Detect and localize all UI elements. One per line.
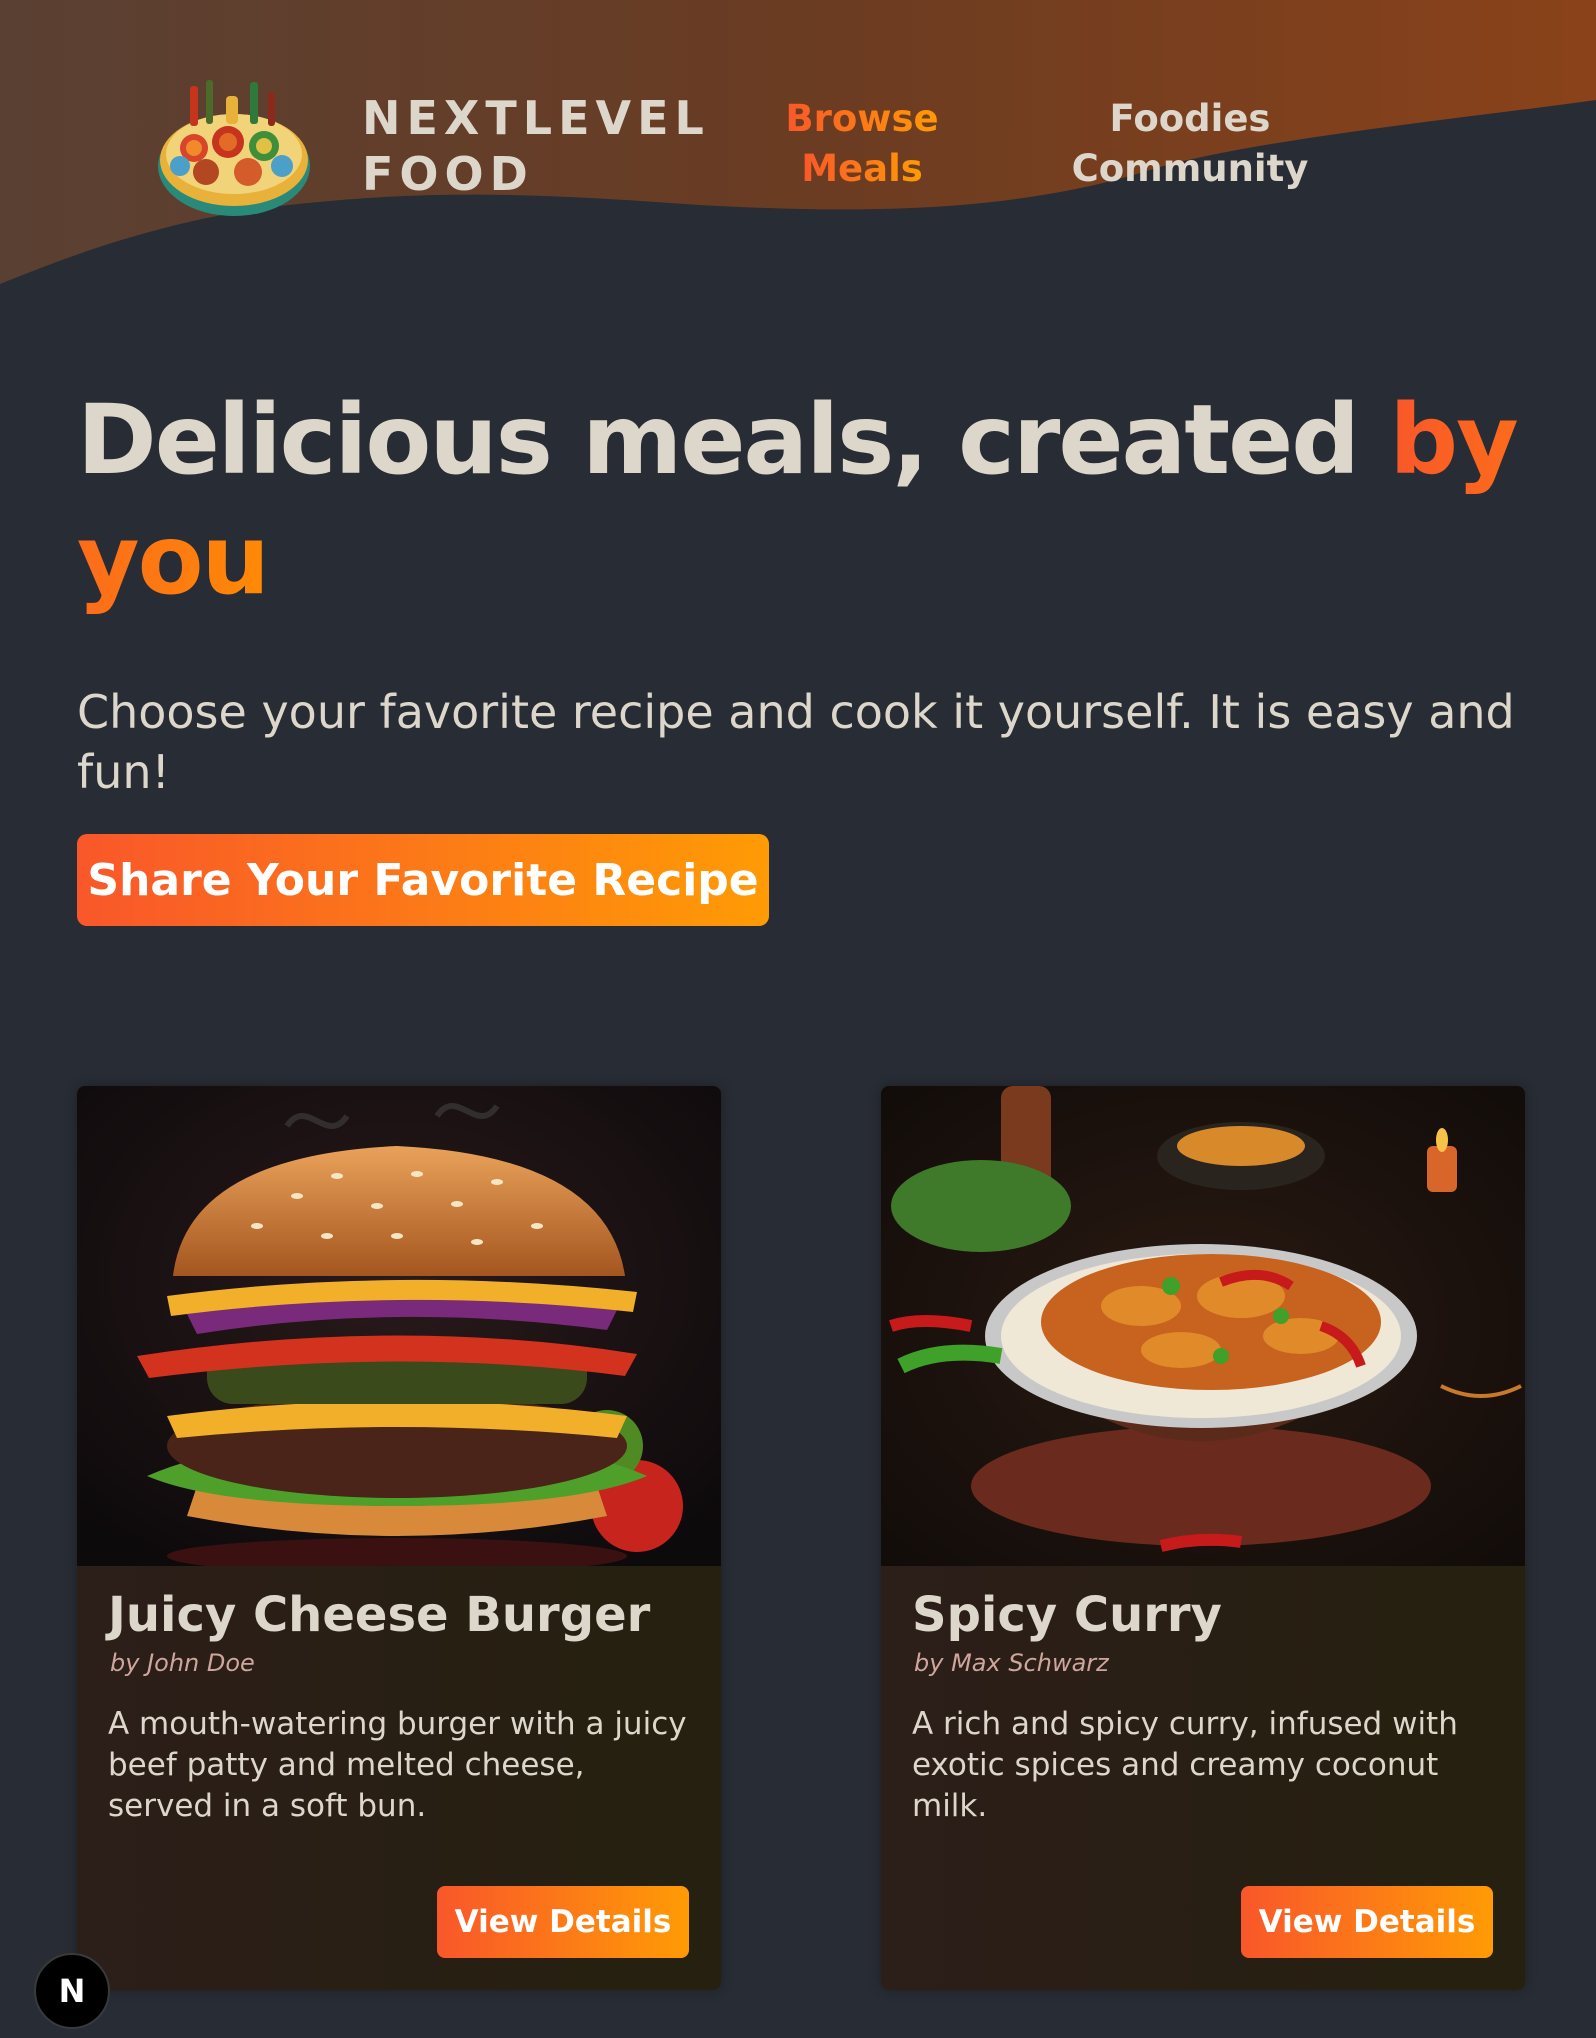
logo-text-line1: NEXTLEVEL bbox=[362, 91, 710, 145]
meal-summary: A mouth-watering burger with a juicy bee… bbox=[108, 1706, 687, 1824]
nav-foodies-line1: Foodies bbox=[1109, 97, 1271, 140]
hero-subtitle: Choose your favorite recipe and cook it … bbox=[77, 685, 1515, 799]
meal-summary: A rich and spicy curry, infused with exo… bbox=[912, 1706, 1458, 1824]
meal-title: Juicy Cheese Burger bbox=[108, 1587, 651, 1643]
view-details-button[interactable]: View Details bbox=[1241, 1886, 1493, 1958]
meal-author: by John Doe bbox=[110, 1649, 255, 1677]
logo-text-line2: FOOD bbox=[362, 147, 534, 201]
nextjs-dev-badge-icon[interactable]: N bbox=[34, 1953, 110, 2029]
meal-author: by Max Schwarz bbox=[914, 1649, 1109, 1677]
burger-image bbox=[77, 1086, 721, 1566]
view-details-button[interactable]: View Details bbox=[437, 1886, 689, 1958]
logo-text: NEXTLEVEL FOOD bbox=[362, 90, 710, 202]
nav-link-browse-meals[interactable]: Browse Meals bbox=[752, 94, 972, 194]
page: NEXTLEVEL FOOD Browse Meals Foodies Comm… bbox=[0, 0, 1596, 2038]
food-platter-logo-icon bbox=[158, 80, 310, 216]
nav-browse-line1: Browse bbox=[785, 97, 939, 140]
share-recipe-button[interactable]: Share Your Favorite Recipe bbox=[77, 834, 769, 926]
main-header: NEXTLEVEL FOOD Browse Meals Foodies Comm… bbox=[0, 0, 1596, 240]
hero-title-plain: Delicious meals, created bbox=[77, 384, 1390, 496]
meal-card: Juicy Cheese Burger by John Doe A mouth-… bbox=[77, 1086, 721, 1990]
nav-link-foodies-community[interactable]: Foodies Community bbox=[1060, 94, 1320, 194]
logo-link[interactable]: NEXTLEVEL FOOD bbox=[150, 62, 710, 230]
nav-foodies-line2: Community bbox=[1071, 147, 1309, 190]
hero-title: Delicious meals, created by you bbox=[77, 380, 1537, 620]
meal-title: Spicy Curry bbox=[912, 1587, 1222, 1643]
curry-image bbox=[881, 1086, 1525, 1566]
meal-card: Spicy Curry by Max Schwarz A rich and sp… bbox=[881, 1086, 1525, 1990]
nav-browse-line2: Meals bbox=[801, 147, 923, 190]
